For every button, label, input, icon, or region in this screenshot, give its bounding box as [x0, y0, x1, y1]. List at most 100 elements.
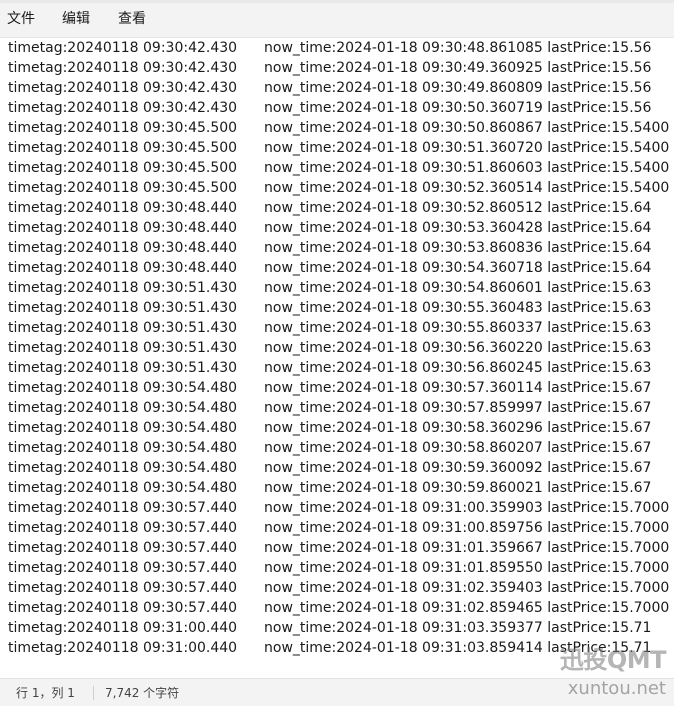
text-line: timetag:20240118 09:30:51.430 now_time:20…	[0, 298, 674, 318]
line-now-time-price: now_time:2024-01-18 09:31:03.859414 last…	[264, 640, 652, 656]
line-timetag: timetag:20240118 09:30:45.500	[8, 120, 238, 136]
text-line: timetag:20240118 09:30:54.480 now_time:20…	[0, 438, 674, 458]
line-now-time-price: now_time:2024-01-18 09:30:55.360483 last…	[264, 300, 652, 316]
text-line: timetag:20240118 09:31:00.440 now_time:20…	[0, 618, 674, 638]
line-timetag: timetag:20240118 09:30:45.500	[8, 160, 238, 176]
line-timetag: timetag:20240118 09:30:51.430	[8, 340, 238, 356]
text-line: timetag:20240118 09:30:51.430 now_time:20…	[0, 358, 674, 378]
status-divider	[93, 686, 94, 700]
status-bar: 行 1，列 1 7,742 个字符	[0, 678, 674, 706]
line-now-time-price: now_time:2024-01-18 09:30:52.360514 last…	[264, 180, 670, 196]
line-now-time-price: now_time:2024-01-18 09:31:00.859756 last…	[264, 520, 670, 536]
text-line: timetag:20240118 09:30:57.440 now_time:20…	[0, 538, 674, 558]
line-timetag: timetag:20240118 09:30:42.430	[8, 100, 238, 116]
text-line: timetag:20240118 09:30:54.480 now_time:20…	[0, 458, 674, 478]
line-timetag: timetag:20240118 09:30:57.440	[8, 600, 238, 616]
line-now-time-price: now_time:2024-01-18 09:30:58.860207 last…	[264, 440, 652, 456]
text-line: timetag:20240118 09:30:42.430 now_time:20…	[0, 58, 674, 78]
text-line: timetag:20240118 09:30:57.440 now_time:20…	[0, 498, 674, 518]
line-timetag: timetag:20240118 09:30:54.480	[8, 400, 238, 416]
line-now-time-price: now_time:2024-01-18 09:30:49.860809 last…	[264, 80, 652, 96]
text-line: timetag:20240118 09:30:45.500 now_time:20…	[0, 138, 674, 158]
text-line: timetag:20240118 09:30:51.430 now_time:20…	[0, 318, 674, 338]
line-now-time-price: now_time:2024-01-18 09:31:03.359377 last…	[264, 620, 652, 636]
line-now-time-price: now_time:2024-01-18 09:30:50.860867 last…	[264, 120, 670, 136]
line-timetag: timetag:20240118 09:30:48.440	[8, 220, 238, 236]
line-timetag: timetag:20240118 09:30:51.430	[8, 360, 238, 376]
line-timetag: timetag:20240118 09:30:48.440	[8, 200, 238, 216]
line-now-time-price: now_time:2024-01-18 09:30:55.860337 last…	[264, 320, 652, 336]
line-timetag: timetag:20240118 09:30:51.430	[8, 320, 238, 336]
line-now-time-price: now_time:2024-01-18 09:30:54.360718 last…	[264, 260, 652, 276]
line-now-time-price: now_time:2024-01-18 09:31:00.359903 last…	[264, 500, 670, 516]
character-count: 7,742 个字符	[105, 686, 180, 700]
line-now-time-price: now_time:2024-01-18 09:30:59.860021 last…	[264, 480, 652, 496]
line-now-time-price: now_time:2024-01-18 09:30:57.859997 last…	[264, 400, 652, 416]
line-timetag: timetag:20240118 09:30:42.430	[8, 40, 238, 56]
text-line: timetag:20240118 09:30:48.440 now_time:20…	[0, 258, 674, 278]
line-timetag: timetag:20240118 09:30:57.440	[8, 580, 238, 596]
text-line: timetag:20240118 09:30:51.430 now_time:20…	[0, 338, 674, 358]
text-line: timetag:20240118 09:30:45.500 now_time:20…	[0, 118, 674, 138]
line-now-time-price: now_time:2024-01-18 09:30:59.360092 last…	[264, 460, 652, 476]
text-line: timetag:20240118 09:30:42.430 now_time:20…	[0, 78, 674, 98]
text-editor-area[interactable]: timetag:20240118 09:30:42.430 now_time:20…	[0, 38, 674, 678]
line-timetag: timetag:20240118 09:30:48.440	[8, 260, 238, 276]
text-line: timetag:20240118 09:30:54.480 now_time:20…	[0, 478, 674, 498]
text-line: timetag:20240118 09:30:57.440 now_time:20…	[0, 598, 674, 618]
line-now-time-price: now_time:2024-01-18 09:31:01.359667 last…	[264, 540, 670, 556]
line-now-time-price: now_time:2024-01-18 09:30:48.861085 last…	[264, 40, 652, 56]
line-now-time-price: now_time:2024-01-18 09:30:56.860245 last…	[264, 360, 652, 376]
line-now-time-price: now_time:2024-01-18 09:30:56.360220 last…	[264, 340, 652, 356]
text-line: timetag:20240118 09:30:57.440 now_time:20…	[0, 558, 674, 578]
line-now-time-price: now_time:2024-01-18 09:31:02.859465 last…	[264, 600, 670, 616]
text-line: timetag:20240118 09:30:54.480 now_time:20…	[0, 418, 674, 438]
text-line: timetag:20240118 09:30:42.430 now_time:20…	[0, 38, 674, 58]
line-now-time-price: now_time:2024-01-18 09:30:57.360114 last…	[264, 380, 652, 396]
line-now-time-price: now_time:2024-01-18 09:30:51.360720 last…	[264, 140, 670, 156]
line-now-time-price: now_time:2024-01-18 09:31:01.859550 last…	[264, 560, 670, 576]
text-line: timetag:20240118 09:30:57.440 now_time:20…	[0, 578, 674, 598]
text-line: timetag:20240118 09:30:48.440 now_time:20…	[0, 238, 674, 258]
line-timetag: timetag:20240118 09:30:42.430	[8, 80, 238, 96]
text-line: timetag:20240118 09:31:00.440 now_time:20…	[0, 638, 674, 658]
line-timetag: timetag:20240118 09:31:00.440	[8, 620, 238, 636]
text-line: timetag:20240118 09:30:42.430 now_time:20…	[0, 98, 674, 118]
line-timetag: timetag:20240118 09:30:54.480	[8, 460, 238, 476]
line-timetag: timetag:20240118 09:30:48.440	[8, 240, 238, 256]
text-line: timetag:20240118 09:30:45.500 now_time:20…	[0, 178, 674, 198]
line-now-time-price: now_time:2024-01-18 09:31:02.359403 last…	[264, 580, 670, 596]
menu-file[interactable]: 文件	[7, 9, 35, 29]
line-timetag: timetag:20240118 09:30:54.480	[8, 440, 238, 456]
text-line: timetag:20240118 09:30:48.440 now_time:20…	[0, 198, 674, 218]
text-line: timetag:20240118 09:30:57.440 now_time:20…	[0, 518, 674, 538]
line-timetag: timetag:20240118 09:30:51.430	[8, 300, 238, 316]
text-line: timetag:20240118 09:30:51.430 now_time:20…	[0, 278, 674, 298]
line-timetag: timetag:20240118 09:30:57.440	[8, 500, 238, 516]
line-timetag: timetag:20240118 09:30:45.500	[8, 140, 238, 156]
cursor-position: 行 1，列 1	[16, 686, 75, 700]
line-timetag: timetag:20240118 09:30:54.480	[8, 480, 238, 496]
line-now-time-price: now_time:2024-01-18 09:30:58.360296 last…	[264, 420, 652, 436]
line-timetag: timetag:20240118 09:30:54.480	[8, 420, 238, 436]
line-now-time-price: now_time:2024-01-18 09:30:51.860603 last…	[264, 160, 670, 176]
line-now-time-price: now_time:2024-01-18 09:30:52.860512 last…	[264, 200, 652, 216]
line-now-time-price: now_time:2024-01-18 09:30:54.860601 last…	[264, 280, 652, 296]
line-timetag: timetag:20240118 09:30:42.430	[8, 60, 238, 76]
text-line: timetag:20240118 09:30:48.440 now_time:20…	[0, 218, 674, 238]
title-bar-edge	[0, 0, 674, 3]
text-line: timetag:20240118 09:30:54.480 now_time:20…	[0, 398, 674, 418]
line-now-time-price: now_time:2024-01-18 09:30:53.860836 last…	[264, 240, 652, 256]
line-timetag: timetag:20240118 09:31:00.440	[8, 640, 238, 656]
line-timetag: timetag:20240118 09:30:57.440	[8, 540, 238, 556]
line-timetag: timetag:20240118 09:30:51.430	[8, 280, 238, 296]
line-now-time-price: now_time:2024-01-18 09:30:50.360719 last…	[264, 100, 652, 116]
text-line: timetag:20240118 09:30:54.480 now_time:20…	[0, 378, 674, 398]
line-timetag: timetag:20240118 09:30:57.440	[8, 520, 238, 536]
menu-edit[interactable]: 编辑	[62, 9, 90, 29]
line-timetag: timetag:20240118 09:30:45.500	[8, 180, 238, 196]
line-timetag: timetag:20240118 09:30:54.480	[8, 380, 238, 396]
menu-bar: 文件 编辑 查看	[0, 0, 674, 38]
menu-view[interactable]: 查看	[118, 9, 146, 29]
text-line: timetag:20240118 09:30:45.500 now_time:20…	[0, 158, 674, 178]
